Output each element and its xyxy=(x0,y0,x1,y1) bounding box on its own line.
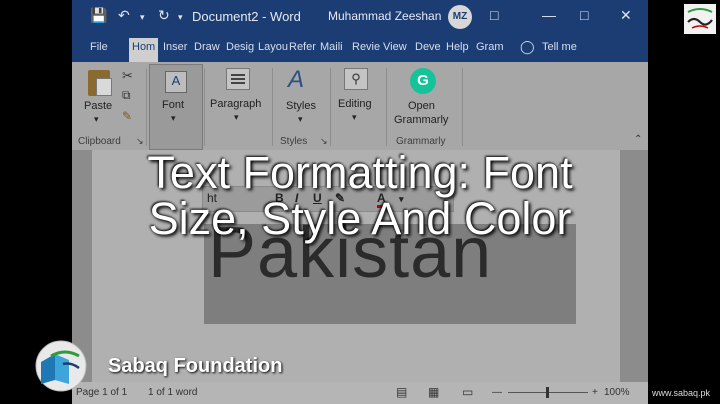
tab-references[interactable]: Refer xyxy=(289,41,316,53)
redo-icon[interactable]: ↻ xyxy=(158,7,170,24)
tab-design[interactable]: Desig xyxy=(226,41,254,53)
divider xyxy=(386,68,387,146)
print-layout-icon[interactable]: ▦ xyxy=(428,385,439,399)
customize-quick-access-icon[interactable]: ▾ xyxy=(178,12,183,23)
grammarly-icon[interactable]: G xyxy=(410,68,436,94)
zoom-slider-thumb[interactable] xyxy=(546,387,549,398)
clipboard-group-label: Clipboard xyxy=(78,136,121,147)
copy-icon[interactable]: ⧉ xyxy=(122,88,131,103)
read-mode-icon[interactable]: ▤ xyxy=(396,385,407,399)
save-icon[interactable]: 💾 xyxy=(90,7,107,24)
web-layout-icon[interactable]: ▭ xyxy=(462,385,473,399)
undo-icon[interactable]: ↶ xyxy=(118,7,130,24)
font-dropdown-icon: ▾ xyxy=(171,113,176,123)
styles-dropdown-icon[interactable]: ▾ xyxy=(298,114,303,125)
font-icon: A xyxy=(165,71,187,93)
grammarly-group-label: Grammarly xyxy=(396,136,446,147)
lightbulb-icon[interactable]: ◯ xyxy=(520,39,535,55)
font-button[interactable]: A Font ▾ xyxy=(149,64,203,150)
ribbon: Paste ▾ ✂ ⧉ ✎ Clipboard ↘ A Font ▾ Parag… xyxy=(72,62,648,150)
styles-icon[interactable]: A xyxy=(288,66,304,94)
tab-file[interactable]: File xyxy=(90,41,108,53)
sabaq-logo xyxy=(35,340,87,392)
paste-dropdown-icon[interactable]: ▾ xyxy=(94,114,99,125)
video-title-line1: Text Formatting: Font xyxy=(147,147,573,198)
search-icon[interactable]: ⚲ xyxy=(344,68,368,90)
ribbon-tabs: File Hom Inser Draw Desig Layou Refer Ma… xyxy=(72,34,648,62)
divider xyxy=(462,68,463,146)
tab-grammarly[interactable]: Gram xyxy=(476,41,504,53)
tab-draw[interactable]: Draw xyxy=(194,41,220,53)
maximize-icon[interactable]: □ xyxy=(580,7,588,23)
paragraph-button[interactable]: Paragraph xyxy=(210,98,261,110)
close-icon[interactable]: ✕ xyxy=(620,7,632,24)
font-label: Font xyxy=(162,99,185,111)
clipboard-launcher-icon[interactable]: ↘ xyxy=(136,136,144,147)
avatar[interactable]: MZ xyxy=(448,5,472,29)
format-painter-icon[interactable]: ✎ xyxy=(122,109,132,123)
paragraph-dropdown-icon[interactable]: ▾ xyxy=(234,112,239,123)
tab-review[interactable]: Revie xyxy=(352,41,380,53)
zoom-out-icon[interactable]: — xyxy=(492,387,502,398)
brand-name: Sabaq Foundation xyxy=(108,355,283,377)
divider xyxy=(146,68,147,146)
title-bar: 💾 ↶ ▾ ↻ ▾ Document2 - Word Muhammad Zees… xyxy=(72,0,648,34)
divider xyxy=(330,68,331,146)
user-name[interactable]: Muhammad Zeeshan xyxy=(328,9,441,23)
paste-button[interactable]: Paste xyxy=(84,100,112,112)
editing-button[interactable]: Editing xyxy=(338,98,372,110)
paste-icon[interactable] xyxy=(88,70,112,96)
tab-mailings[interactable]: Maili xyxy=(320,41,343,53)
styles-launcher-icon[interactable]: ↘ xyxy=(320,136,328,147)
video-title: Text Formatting: Font Size, Style And Co… xyxy=(0,150,720,242)
tab-help[interactable]: Help xyxy=(446,41,469,53)
minimize-icon[interactable]: — xyxy=(542,7,556,23)
divider xyxy=(272,68,273,146)
tab-home[interactable]: Hom xyxy=(129,38,159,62)
styles-group-label: Styles xyxy=(280,136,308,147)
cut-icon[interactable]: ✂ xyxy=(122,68,133,84)
ribbon-display-options-icon[interactable]: □ xyxy=(490,7,498,23)
document-title: Document2 - Word xyxy=(192,9,301,24)
open-grammarly-line1[interactable]: Open xyxy=(408,100,435,112)
word-count[interactable]: 1 of 1 word xyxy=(148,387,197,398)
zoom-level[interactable]: 100% xyxy=(604,387,630,398)
tab-insert[interactable]: Inser xyxy=(163,41,187,53)
styles-button[interactable]: Styles xyxy=(286,100,316,112)
divider xyxy=(204,68,205,146)
zoom-in-icon[interactable]: + xyxy=(592,387,598,398)
status-bar: Page 1 of 1 1 of 1 word ▤ ▦ ▭ — + 100% xyxy=(72,382,648,404)
paragraph-icon[interactable] xyxy=(226,68,250,90)
tab-layout[interactable]: Layou xyxy=(258,41,288,53)
sabaq-corner-logo xyxy=(684,4,716,34)
collapse-ribbon-icon[interactable]: ⌃ xyxy=(634,134,642,145)
tell-me-search[interactable]: Tell me xyxy=(542,41,577,53)
editing-dropdown-icon[interactable]: ▾ xyxy=(352,112,357,123)
undo-dropdown-icon[interactable]: ▾ xyxy=(140,12,145,23)
tab-developer[interactable]: Deve xyxy=(415,41,441,53)
tab-view[interactable]: View xyxy=(383,41,407,53)
open-grammarly-line2[interactable]: Grammarly xyxy=(394,114,448,126)
video-title-line2: Size, Style And Color xyxy=(148,193,572,244)
website-url: www.sabaq.pk xyxy=(652,388,711,398)
